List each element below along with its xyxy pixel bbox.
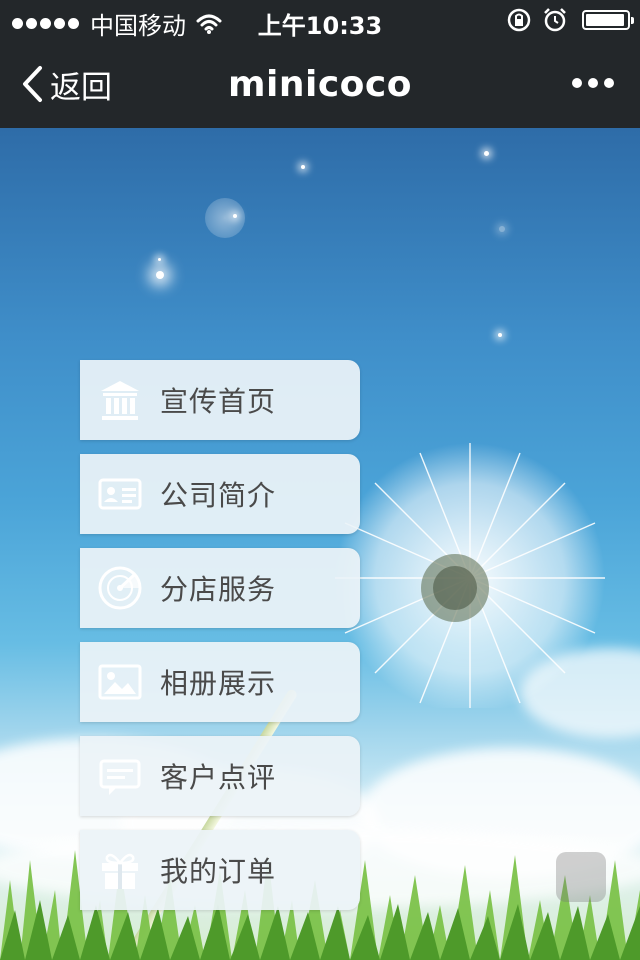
sparkle (498, 333, 502, 337)
menu-item-label: 相册展示 (160, 667, 277, 700)
page-title: minicoco (228, 64, 412, 105)
sparkle (233, 214, 237, 218)
id-card-icon (80, 454, 160, 534)
more-options-button[interactable] (566, 78, 614, 88)
bank-icon (80, 360, 160, 440)
menu-item-company-profile[interactable]: 公司简介 (80, 454, 360, 534)
dandelion-image (335, 443, 605, 708)
radar-icon (80, 548, 160, 628)
more-dot (588, 78, 598, 88)
menu-item-label: 公司简介 (160, 479, 277, 512)
battery-tip (631, 17, 634, 24)
sparkle (499, 226, 505, 232)
sparkle (484, 151, 489, 156)
sparkle (301, 165, 305, 169)
menu-item-my-orders[interactable]: 我的订单 (80, 830, 360, 910)
navigation-bar: 返回 minicoco (0, 40, 640, 128)
alarm-icon (544, 8, 566, 32)
menu-item-photo-album[interactable]: 相册展示 (80, 642, 360, 722)
more-dot (604, 78, 614, 88)
more-dot (572, 78, 582, 88)
status-bar: 中国移动 上午10:33 (0, 0, 640, 40)
menu-item-label: 客户点评 (160, 761, 277, 794)
battery-icon (582, 10, 634, 30)
comment-icon (80, 736, 160, 816)
sparkle (156, 271, 164, 279)
menu-item-label: 分店服务 (160, 573, 277, 606)
gift-icon (80, 830, 160, 910)
watermark-logo (556, 852, 606, 902)
menu-item-label: 宣传首页 (160, 385, 277, 418)
menu-item-branch-service[interactable]: 分店服务 (80, 548, 360, 628)
light-orb (205, 198, 245, 238)
picture-icon (80, 642, 160, 722)
main-menu: 宣传首页 公司简介 分店服务 相册展示 客户点评 我的订单 (80, 360, 360, 924)
menu-item-label: 我的订单 (160, 855, 277, 888)
status-right (496, 7, 634, 33)
rotation-lock-icon (507, 8, 531, 32)
battery-level (586, 14, 624, 26)
sparkle (158, 258, 161, 261)
menu-item-customer-reviews[interactable]: 客户点评 (80, 736, 360, 816)
menu-item-promo-home[interactable]: 宣传首页 (80, 360, 360, 440)
